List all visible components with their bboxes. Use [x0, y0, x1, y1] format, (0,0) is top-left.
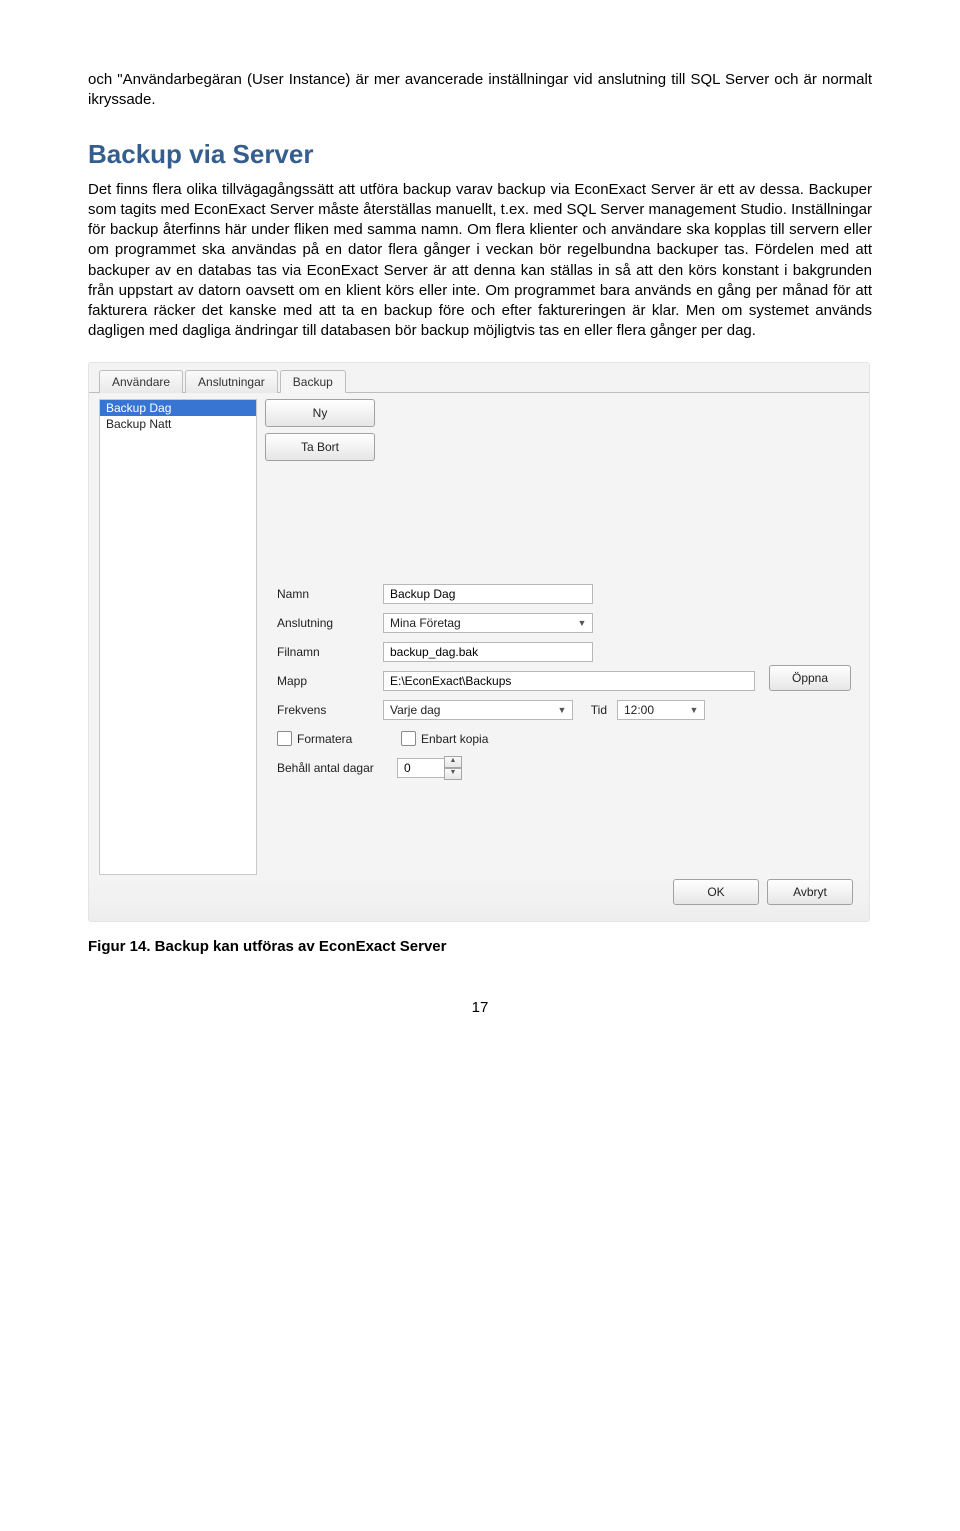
page-number: 17: [88, 999, 872, 1016]
delete-button[interactable]: Ta Bort: [265, 433, 375, 461]
heading-backup-via-server: Backup via Server: [88, 139, 872, 170]
folder-input[interactable]: [383, 671, 755, 691]
copyonly-checkbox[interactable]: [401, 731, 416, 746]
list-item[interactable]: Backup Dag: [100, 400, 256, 416]
connection-select[interactable]: Mina Företag ▼: [383, 613, 593, 633]
backup-form: Namn Anslutning Mina Företag ▼ Filnamn: [265, 583, 859, 779]
name-input[interactable]: [383, 584, 593, 604]
time-value: 12:00: [624, 703, 654, 717]
frequency-value: Varje dag: [390, 703, 440, 717]
keepdays-spinner[interactable]: ▲ ▼: [397, 757, 462, 779]
tab-connections[interactable]: Anslutningar: [185, 370, 278, 393]
tab-strip: Användare Anslutningar Backup: [89, 363, 869, 393]
chevron-down-icon: ▼: [687, 703, 701, 717]
filename-input[interactable]: [383, 642, 593, 662]
chevron-down-icon: ▼: [575, 616, 589, 630]
backup-list[interactable]: Backup Dag Backup Natt: [99, 399, 257, 875]
backup-settings-window: Användare Anslutningar Backup Backup Dag…: [88, 362, 870, 922]
label-name: Namn: [277, 587, 383, 601]
ok-button[interactable]: OK: [673, 879, 759, 905]
keepdays-input[interactable]: [397, 758, 445, 778]
list-item[interactable]: Backup Natt: [100, 416, 256, 432]
time-select[interactable]: 12:00 ▼: [617, 700, 705, 720]
frequency-select[interactable]: Varje dag ▼: [383, 700, 573, 720]
label-keepdays: Behåll antal dagar: [277, 761, 397, 775]
new-button[interactable]: Ny: [265, 399, 375, 427]
format-checkbox[interactable]: [277, 731, 292, 746]
label-copyonly: Enbart kopia: [421, 732, 488, 746]
paragraph-intro: och "Användarbegäran (User Instance) är …: [88, 70, 872, 111]
paragraph-body: Det finns flera olika tillvägagångssätt …: [88, 180, 872, 342]
label-format: Formatera: [297, 732, 401, 746]
figure-caption: Figur 14. Backup kan utföras av EconExac…: [88, 938, 872, 955]
tab-backup[interactable]: Backup: [280, 370, 346, 393]
label-frequency: Frekvens: [277, 703, 383, 717]
label-folder: Mapp: [277, 674, 383, 688]
label-time: Tid: [573, 703, 617, 717]
connection-value: Mina Företag: [390, 616, 461, 630]
spin-down-icon[interactable]: ▼: [444, 768, 462, 780]
label-connection: Anslutning: [277, 616, 383, 630]
spin-up-icon[interactable]: ▲: [444, 756, 462, 768]
chevron-down-icon: ▼: [555, 703, 569, 717]
open-button[interactable]: Öppna: [769, 665, 851, 691]
cancel-button[interactable]: Avbryt: [767, 879, 853, 905]
label-filename: Filnamn: [277, 645, 383, 659]
tab-users[interactable]: Användare: [99, 370, 183, 393]
